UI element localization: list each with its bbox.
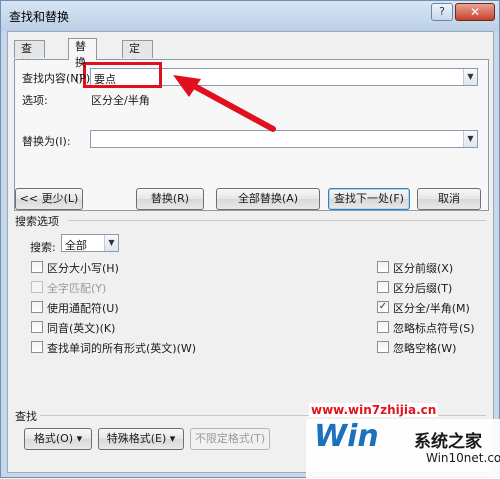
replace-with-input[interactable]: ▼ xyxy=(90,130,478,148)
tab-goto[interactable]: 定位(G) xyxy=(122,40,154,87)
less-button[interactable]: << 更少(L) xyxy=(15,188,83,210)
all-word-forms-label: 查找单词的所有形式(英文)(W) xyxy=(47,342,197,355)
search-direction-label: 搜索: xyxy=(30,241,56,254)
replace-all-button[interactable]: 全部替换(A) xyxy=(216,188,320,210)
match-prefix-label: 区分前缀(X) xyxy=(393,262,454,275)
checkbox-ignore-space[interactable] xyxy=(377,341,389,353)
checkbox-match-prefix[interactable] xyxy=(377,261,389,273)
search-direction-select[interactable]: 全部 ▼ xyxy=(61,234,119,252)
title-bar[interactable]: 查找和替换 ? ✕ xyxy=(1,1,499,31)
checkbox-whole-word xyxy=(31,281,43,293)
checkbox-match-case[interactable] xyxy=(31,261,43,273)
checkbox-wildcards[interactable] xyxy=(31,301,43,313)
replace-with-label: 替换为(I): xyxy=(22,135,71,148)
watermark-site: Win10net.com xyxy=(426,451,500,465)
help-button[interactable]: ? xyxy=(431,3,453,21)
watermark-logo: Win 系统之家 Win10net.com xyxy=(306,419,500,479)
watermark-win-text: Win xyxy=(314,419,379,454)
chevron-down-icon[interactable]: ▼ xyxy=(104,235,118,251)
options-value: 区分全/半角 xyxy=(91,94,150,107)
wildcards-label: 使用通配符(U) xyxy=(47,302,119,315)
match-suffix-label: 区分后缀(T) xyxy=(393,282,453,295)
watermark-brand: 系统之家 xyxy=(414,432,482,452)
match-width-label: 区分全/半角(M) xyxy=(393,302,470,315)
whole-word-label: 全字匹配(Y) xyxy=(47,282,107,295)
no-formatting-button: 不限定格式(T) xyxy=(190,428,270,450)
search-options-divider xyxy=(68,220,486,221)
find-replace-dialog: 查找和替换 ? ✕ 查找(D) 替换(P) 定位(G) 查找内容(N): 要点 … xyxy=(0,0,500,479)
match-case-label: 区分大小写(H) xyxy=(47,262,119,275)
search-direction-value: 全部 xyxy=(65,239,87,252)
checkbox-match-width[interactable]: ✓ xyxy=(377,301,389,313)
special-button[interactable]: 特殊格式(E) ▾ xyxy=(98,428,184,450)
watermark-url: www.win7zhijia.cn xyxy=(309,403,439,417)
close-button[interactable]: ✕ xyxy=(455,3,495,21)
dialog-title: 查找和替换 xyxy=(9,10,70,24)
checkbox-ignore-punctuation[interactable] xyxy=(377,321,389,333)
checkbox-match-suffix[interactable] xyxy=(377,281,389,293)
cancel-button[interactable]: 取消 xyxy=(417,188,481,210)
ignore-space-label: 忽略空格(W) xyxy=(393,342,457,355)
replace-button[interactable]: 替换(R) xyxy=(136,188,204,210)
find-section-heading: 查找 xyxy=(15,410,37,423)
annotation-highlight-box xyxy=(83,62,162,88)
ignore-punctuation-label: 忽略标点符号(S) xyxy=(393,322,475,335)
tab-replace[interactable]: 替换(P) xyxy=(68,38,98,85)
find-next-button[interactable]: 查找下一处(F) xyxy=(328,188,410,210)
chevron-down-icon[interactable]: ▼ xyxy=(463,131,477,147)
chevron-down-icon[interactable]: ▼ xyxy=(463,69,477,85)
checkbox-all-word-forms[interactable] xyxy=(31,341,43,353)
checkbox-sounds-like[interactable] xyxy=(31,321,43,333)
format-button[interactable]: 格式(O) ▾ xyxy=(24,428,92,450)
search-options-heading: 搜索选项 xyxy=(15,215,59,228)
sounds-like-label: 同音(英文)(K) xyxy=(47,322,116,335)
annotation-arrow-icon xyxy=(173,75,276,132)
tab-find[interactable]: 查找(D) xyxy=(14,40,46,87)
options-label: 选项: xyxy=(22,94,48,107)
